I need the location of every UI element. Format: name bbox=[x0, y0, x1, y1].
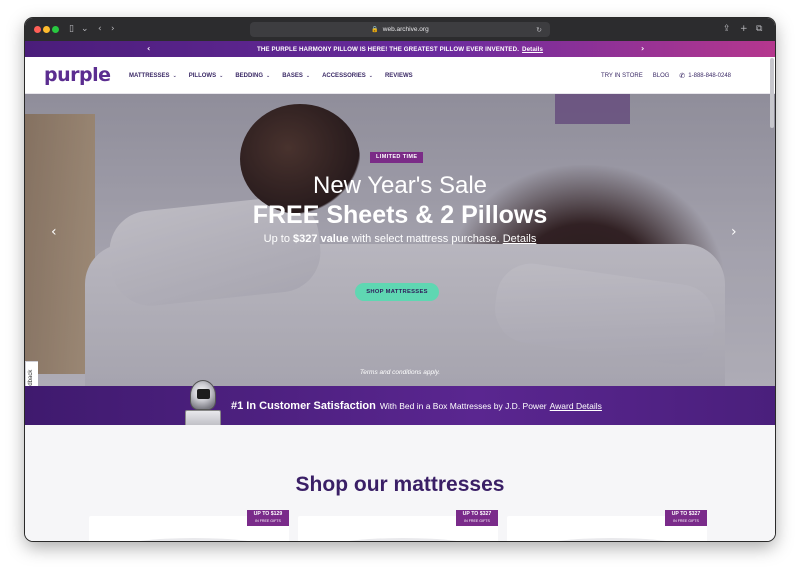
nav-item-label: ACCESSORIES bbox=[322, 72, 366, 79]
gift-badge: UP TO $327 IN FREE GIFTS bbox=[665, 510, 707, 526]
carousel-prev-icon[interactable]: ‹ bbox=[51, 224, 57, 240]
browser-toolbar: ▯ ⌄ ‹ › 🔒 web.archive.org ↻ ⇪ + ⧉ bbox=[25, 18, 775, 41]
mattress-image bbox=[119, 538, 269, 541]
promo-details-link[interactable]: Details bbox=[522, 46, 543, 53]
satisfaction-description: With Bed in a Box Mattresses by J.D. Pow… bbox=[379, 400, 547, 411]
phone-link[interactable]: ✆ 1-888-848-0248 bbox=[679, 72, 731, 80]
promo-next-icon[interactable]: › bbox=[641, 41, 644, 57]
nav-item-label: MATTRESSES bbox=[129, 72, 170, 79]
chevron-down-icon[interactable]: ⌄ bbox=[81, 18, 89, 41]
nav-item-label: PILLOWS bbox=[188, 72, 217, 79]
share-icon[interactable]: ⇪ bbox=[723, 18, 731, 41]
page-scrollbar[interactable] bbox=[770, 58, 774, 128]
gift-amount: UP TO $129 bbox=[253, 511, 283, 517]
hero-headline: FREE Sheets & 2 Pillows bbox=[252, 201, 548, 229]
shop-mattresses-button[interactable]: SHOP MATTRESSES bbox=[355, 283, 439, 301]
try-in-store-link[interactable]: TRY IN STORE bbox=[601, 73, 643, 79]
tabs-overview-icon[interactable]: ⧉ bbox=[756, 18, 762, 41]
lock-icon: 🔒 bbox=[371, 26, 379, 33]
award-details-link[interactable]: Award Details bbox=[550, 401, 602, 411]
back-icon[interactable]: ‹ bbox=[98, 18, 102, 41]
nav-item-bases[interactable]: BASES ⌄ bbox=[282, 73, 310, 79]
mattress-image bbox=[328, 538, 478, 541]
hero-details-link[interactable]: Details bbox=[503, 233, 537, 245]
award-trophy bbox=[190, 380, 216, 410]
satisfaction-headline: #1 In Customer Satisfaction bbox=[231, 399, 376, 412]
shop-mattresses-section: Shop our mattresses UP TO $129 IN FREE GI… bbox=[25, 425, 775, 541]
limited-time-badge: LIMITED TIME bbox=[370, 152, 424, 163]
mattress-card[interactable]: UP TO $129 IN FREE GIFTS bbox=[89, 510, 289, 541]
nav-utility-links: TRY IN STORE BLOG ✆ 1-888-848-0248 bbox=[601, 57, 731, 94]
chevron-down-icon: ⌄ bbox=[219, 72, 224, 79]
purple-logo[interactable]: purple bbox=[44, 64, 111, 86]
gift-amount: UP TO $327 bbox=[462, 511, 492, 517]
hero-subtitle-value: $327 value bbox=[293, 233, 349, 245]
gift-badge: UP TO $327 IN FREE GIFTS bbox=[456, 510, 498, 526]
nav-item-bedding[interactable]: BEDDING ⌄ bbox=[235, 73, 270, 79]
nav-item-reviews[interactable]: REVIEWS bbox=[385, 73, 413, 79]
terms-text: Terms and conditions apply. bbox=[359, 369, 441, 376]
zoom-window-button[interactable] bbox=[52, 26, 59, 33]
hero-title: New Year's Sale bbox=[312, 172, 488, 199]
browser-window: ▯ ⌄ ‹ › 🔒 web.archive.org ↻ ⇪ + ⧉ ‹ THE … bbox=[25, 18, 775, 541]
gift-label: IN FREE GIFTS bbox=[255, 519, 281, 523]
chevron-down-icon: ⌄ bbox=[305, 72, 311, 79]
carousel-next-icon[interactable]: › bbox=[731, 224, 737, 240]
close-window-button[interactable] bbox=[34, 26, 41, 33]
nav-item-pillows[interactable]: PILLOWS ⌄ bbox=[189, 73, 224, 79]
nav-item-mattresses[interactable]: MATTRESSES ⌄ bbox=[129, 73, 177, 79]
section-title: Shop our mattresses bbox=[295, 473, 505, 496]
phone-icon: ✆ bbox=[679, 71, 686, 80]
gift-label: IN FREE GIFTS bbox=[464, 519, 490, 523]
blog-link[interactable]: BLOG bbox=[653, 73, 670, 79]
chevron-down-icon: ⌄ bbox=[172, 72, 177, 79]
minimize-window-button[interactable] bbox=[43, 26, 50, 33]
phone-number: 1-888-848-0248 bbox=[688, 72, 731, 79]
hero-carousel: LIMITED TIME New Year's Sale FREE Sheets… bbox=[25, 94, 775, 386]
gift-label: IN FREE GIFTS bbox=[673, 519, 699, 523]
nav-item-label: REVIEWS bbox=[384, 72, 413, 79]
promo-text: THE PURPLE HARMONY PILLOW IS HERE! THE G… bbox=[256, 45, 520, 53]
hero-subtitle-prefix: Up to bbox=[263, 233, 293, 245]
mattress-image bbox=[537, 538, 687, 541]
chevron-down-icon: ⌄ bbox=[265, 72, 271, 79]
promo-banner: ‹ THE PURPLE HARMONY PILLOW IS HERE! THE… bbox=[25, 41, 775, 57]
reload-icon[interactable]: ↻ bbox=[536, 26, 542, 34]
hero-subtitle: Up to $327 value with select mattress pu… bbox=[25, 233, 775, 245]
nav-item-label: BEDDING bbox=[235, 72, 263, 79]
mattress-card[interactable]: UP TO $327 IN FREE GIFTS bbox=[507, 510, 707, 541]
promo-prev-icon[interactable]: ‹ bbox=[147, 41, 150, 57]
chevron-down-icon: ⌄ bbox=[368, 72, 373, 79]
gift-badge: UP TO $129 IN FREE GIFTS bbox=[247, 510, 289, 526]
nav-item-label: BASES bbox=[282, 72, 303, 79]
nav-item-accessories[interactable]: ACCESSORIES ⌄ bbox=[322, 73, 373, 79]
satisfaction-bar: #1 In Customer Satisfaction With Bed in … bbox=[25, 386, 775, 425]
address-bar[interactable]: 🔒 web.archive.org ↻ bbox=[250, 22, 550, 37]
satisfaction-text: #1 In Customer Satisfaction With Bed in … bbox=[231, 386, 602, 425]
award-plaque bbox=[197, 389, 210, 399]
main-nav: purple MATTRESSES ⌄ PILLOWS ⌄ BEDDING ⌄ BAS… bbox=[25, 57, 775, 94]
hero-subtitle-suffix: with select mattress purchase. bbox=[348, 233, 503, 245]
url-text: web.archive.org bbox=[382, 26, 429, 33]
gift-amount: UP TO $327 bbox=[671, 511, 701, 517]
forward-icon[interactable]: › bbox=[111, 18, 115, 41]
new-tab-icon[interactable]: + bbox=[740, 18, 748, 41]
nav-menu: MATTRESSES ⌄ PILLOWS ⌄ BEDDING ⌄ BASES ⌄ ACC… bbox=[129, 57, 413, 94]
sidebar-icon[interactable]: ▯ bbox=[69, 18, 74, 41]
mattress-card[interactable]: UP TO $327 IN FREE GIFTS bbox=[298, 510, 498, 541]
